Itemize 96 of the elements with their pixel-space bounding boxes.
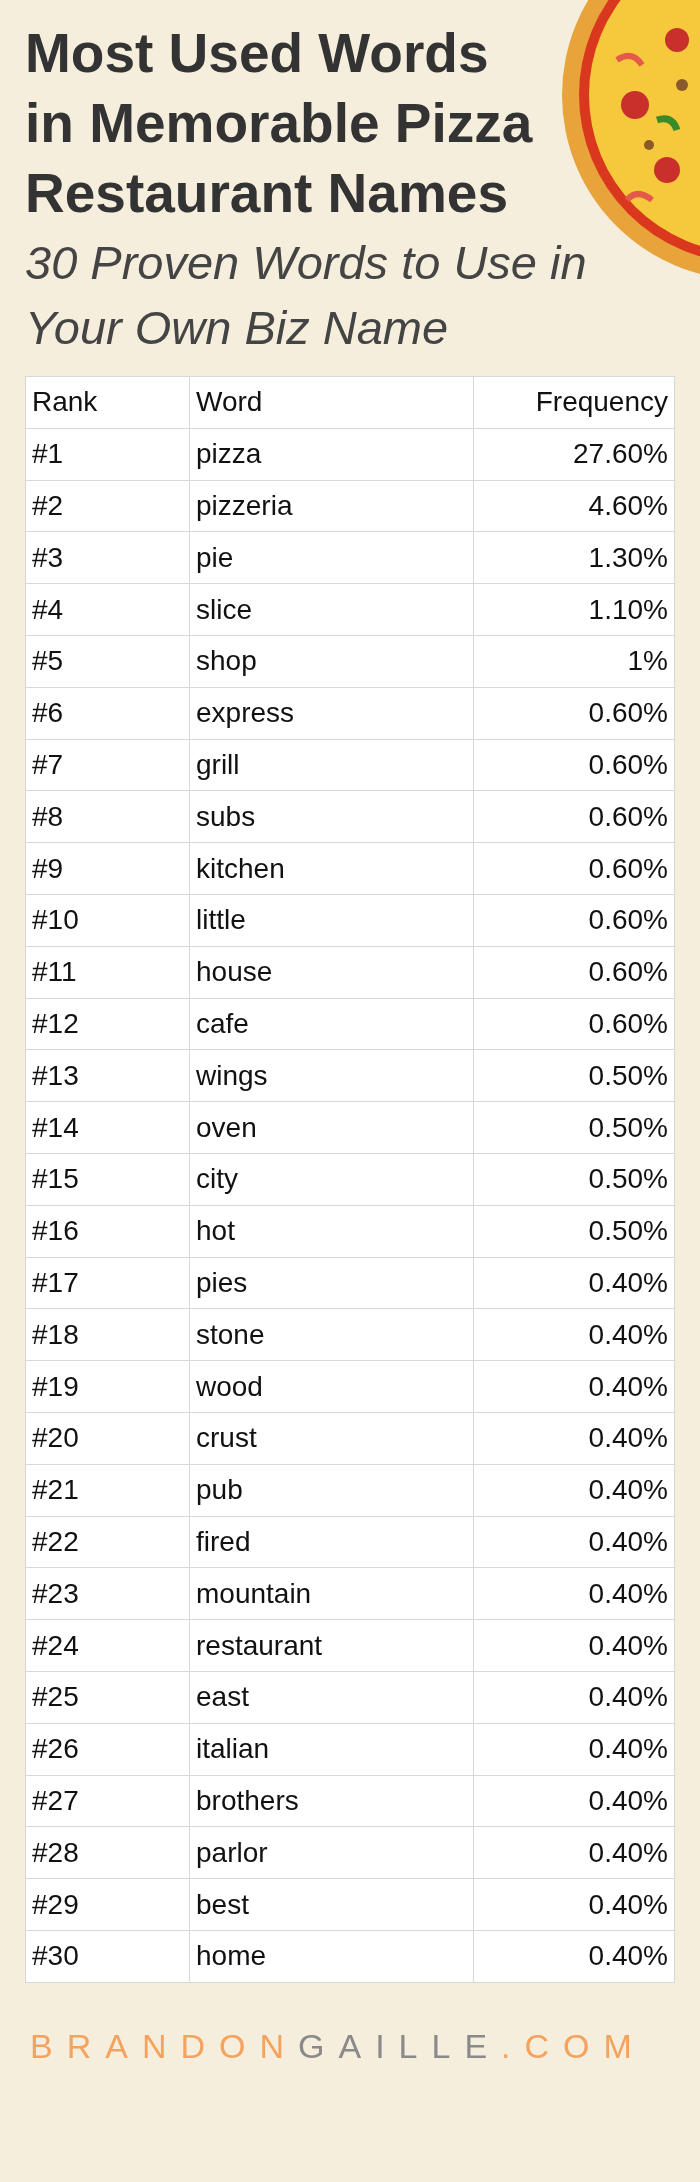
table-cell: best — [189, 1878, 474, 1931]
table-cell: #2 — [25, 480, 190, 532]
table-cell: 0.40% — [473, 1257, 675, 1309]
table-cell: home — [189, 1930, 474, 1983]
table-cell: #16 — [25, 1205, 190, 1258]
table-cell: #28 — [25, 1826, 190, 1879]
table-cell: #15 — [25, 1153, 190, 1206]
table-cell: 0.40% — [473, 1619, 675, 1672]
table-cell: stone — [189, 1308, 474, 1361]
table-cell: #18 — [25, 1308, 190, 1361]
table-cell: #24 — [25, 1619, 190, 1672]
table-cell: #7 — [25, 739, 190, 791]
table-cell: #1 — [25, 428, 190, 481]
table-cell: 0.50% — [473, 1153, 675, 1206]
table-cell: #8 — [25, 790, 190, 843]
table-cell: #23 — [25, 1567, 190, 1620]
table-cell: 0.50% — [473, 1205, 675, 1258]
table-cell: oven — [189, 1101, 474, 1154]
table-cell: 27.60% — [473, 428, 675, 481]
table-cell: 0.60% — [473, 894, 675, 947]
table-cell: 1% — [473, 635, 675, 688]
table-cell: 0.40% — [473, 1930, 675, 1983]
table-cell: #25 — [25, 1671, 190, 1724]
table-cell: east — [189, 1671, 474, 1724]
table-cell: 1.10% — [473, 583, 675, 636]
table-cell: 0.60% — [473, 687, 675, 740]
table-cell: 4.60% — [473, 480, 675, 532]
page-subtitle: 30 Proven Words to Use in Your Own Biz Name — [25, 235, 588, 356]
table-cell: #21 — [25, 1464, 190, 1517]
table-cell: pies — [189, 1257, 474, 1309]
table-cell: #27 — [25, 1775, 190, 1827]
table-cell: 0.40% — [473, 1671, 675, 1724]
table-cell: 0.40% — [473, 1826, 675, 1879]
table-cell: italian — [189, 1723, 474, 1775]
table-cell: parlor — [189, 1826, 474, 1879]
table-cell: pizzeria — [189, 480, 474, 532]
table-cell: #9 — [25, 842, 190, 895]
table-cell: #4 — [25, 583, 190, 636]
table-cell: city — [189, 1153, 474, 1206]
table-cell: hot — [189, 1205, 474, 1258]
table-cell: #19 — [25, 1360, 190, 1413]
table-cell: 0.60% — [473, 998, 675, 1050]
table-cell: 0.50% — [473, 1101, 675, 1154]
table-cell: 0.60% — [473, 946, 675, 999]
table-cell: kitchen — [189, 842, 474, 895]
page-title: Most Used Words in Memorable Pizza Restaurant Names — [25, 21, 534, 226]
table-cell: 1.30% — [473, 531, 675, 584]
table-cell: #22 — [25, 1516, 190, 1568]
table-cell: 0.40% — [473, 1775, 675, 1827]
table-cell: 0.40% — [473, 1723, 675, 1775]
table-cell: #30 — [25, 1930, 190, 1983]
table-cell: pub — [189, 1464, 474, 1517]
table-cell: #29 — [25, 1878, 190, 1931]
table-cell: #20 — [25, 1412, 190, 1465]
table-cell: 0.40% — [473, 1464, 675, 1517]
table-cell: 0.40% — [473, 1567, 675, 1620]
table-cell: wood — [189, 1360, 474, 1413]
table-cell: #13 — [25, 1049, 190, 1102]
table-cell: #5 — [25, 635, 190, 688]
table-cell: 0.40% — [473, 1412, 675, 1465]
table-cell: cafe — [189, 998, 474, 1050]
table-cell: fired — [189, 1516, 474, 1568]
column-header: Rank — [25, 376, 190, 429]
table-cell: subs — [189, 790, 474, 843]
table-cell: grill — [189, 739, 474, 791]
table-cell: house — [189, 946, 474, 999]
table-cell: #26 — [25, 1723, 190, 1775]
table-cell: #10 — [25, 894, 190, 947]
table-cell: slice — [189, 583, 474, 636]
table-cell: #6 — [25, 687, 190, 740]
table-cell: mountain — [189, 1567, 474, 1620]
table-cell: express — [189, 687, 474, 740]
table-cell: 0.40% — [473, 1878, 675, 1931]
table-cell: brothers — [189, 1775, 474, 1827]
table-cell: #3 — [25, 531, 190, 584]
table-cell: 0.50% — [473, 1049, 675, 1102]
site-logo: BRANDON GAILLE.COM — [30, 2025, 646, 2067]
table-cell: pizza — [189, 428, 474, 481]
table-cell: #14 — [25, 1101, 190, 1154]
table-cell: wings — [189, 1049, 474, 1102]
table-cell: little — [189, 894, 474, 947]
table-cell: #17 — [25, 1257, 190, 1309]
column-header: Word — [189, 376, 474, 429]
table-cell: 0.40% — [473, 1516, 675, 1568]
table-cell: 0.60% — [473, 842, 675, 895]
table-cell: crust — [189, 1412, 474, 1465]
table-cell: shop — [189, 635, 474, 688]
table-cell: pie — [189, 531, 474, 584]
table-cell: 0.60% — [473, 790, 675, 843]
table-cell: 0.40% — [473, 1360, 675, 1413]
table-cell: #12 — [25, 998, 190, 1050]
table-cell: restaurant — [189, 1619, 474, 1672]
table-cell: 0.40% — [473, 1308, 675, 1361]
column-header: Frequency — [473, 376, 675, 429]
table-cell: 0.60% — [473, 739, 675, 791]
table-cell: #11 — [25, 946, 190, 999]
